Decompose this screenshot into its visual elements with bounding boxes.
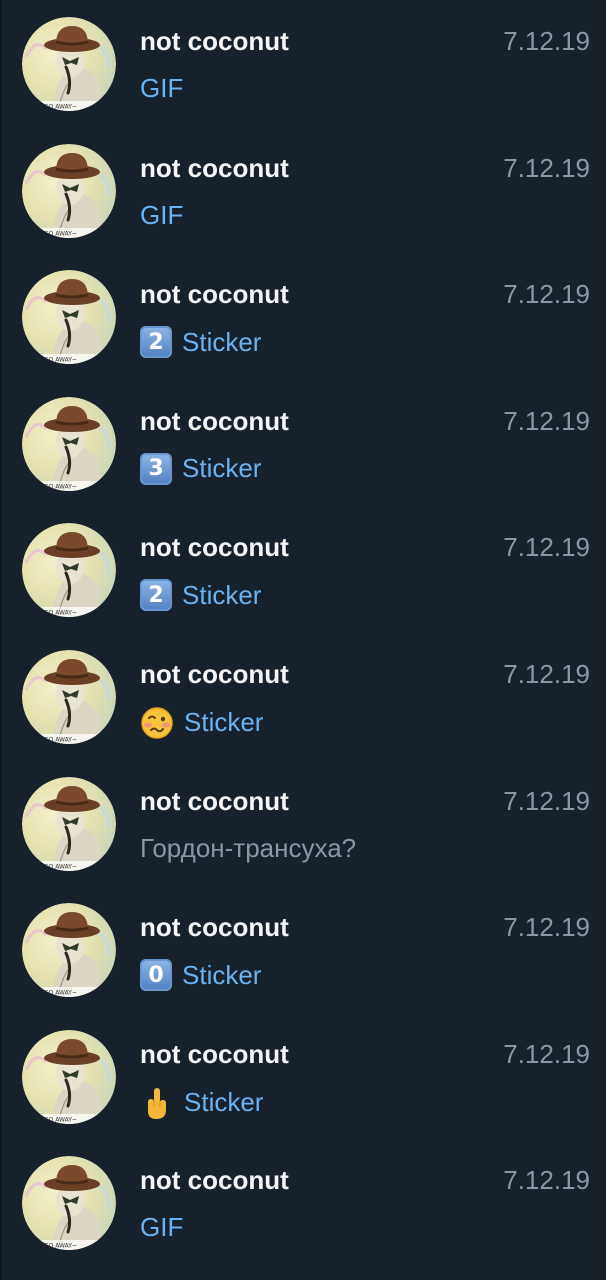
svg-text:GO AWAY~: GO AWAY~ <box>44 1116 77 1123</box>
chat-list-item[interactable]: GO AWAY~ not coconut 7.12.19 0 Sticker <box>2 886 606 1013</box>
chat-date: 7.12.19 <box>503 26 590 56</box>
chat-preview: 2 Sticker <box>140 326 262 359</box>
chat-list-item[interactable]: GO AWAY~ not coconut 7.12.19 GIF <box>2 1139 606 1266</box>
keycap-0-icon: 0 <box>140 959 172 992</box>
chat-name: not coconut <box>140 912 289 943</box>
chat-name: not coconut <box>140 1165 289 1196</box>
chat-date: 7.12.19 <box>503 1038 590 1069</box>
svg-text:GO AWAY~: GO AWAY~ <box>44 357 77 364</box>
chat-preview-text: Sticker <box>182 326 262 357</box>
chat-date: 7.12.19 <box>503 405 590 436</box>
chat-name: not coconut <box>140 658 289 689</box>
avatar: GO AWAY~ <box>22 270 116 365</box>
woozy-face-icon <box>140 706 174 740</box>
avatar: GO AWAY~ <box>22 1029 116 1124</box>
chat-preview: 2 Sticker <box>140 579 262 612</box>
chat-list-item[interactable]: GO AWAY~ not coconut 7.12.19 3 Sticker <box>2 380 606 507</box>
chat-preview-text: Sticker <box>184 707 264 738</box>
chat-preview-text: Sticker <box>184 1087 264 1118</box>
chat-preview: GIF <box>140 1212 183 1243</box>
chat-preview: 3 Sticker <box>140 452 262 485</box>
avatar: GO AWAY~ <box>22 1156 116 1251</box>
keycap-3-icon: 3 <box>140 452 172 485</box>
chat-preview: Sticker <box>140 1086 263 1120</box>
chat-name: not coconut <box>140 785 289 816</box>
avatar: GO AWAY~ <box>22 903 116 998</box>
chat-name: not coconut <box>140 405 289 436</box>
middle-finger-icon <box>140 1086 174 1120</box>
chat-list-item[interactable]: GO AWAY~ not coconut 7.12.19 GIF <box>2 127 606 254</box>
chat-date: 7.12.19 <box>503 785 590 816</box>
svg-text:GO AWAY~: GO AWAY~ <box>44 863 77 870</box>
chat-preview: GIF <box>140 200 183 231</box>
chat-preview: 0 Sticker <box>140 959 262 992</box>
chat-list-item[interactable]: GO AWAY~ not coconut 7.12.19 GIF <box>2 0 606 127</box>
chat-date: 7.12.19 <box>503 152 590 183</box>
avatar: GO AWAY~ <box>22 776 116 871</box>
chat-date: 7.12.19 <box>503 658 590 689</box>
svg-text:GO AWAY~: GO AWAY~ <box>44 104 77 111</box>
chat-preview-text: GIF <box>140 1212 184 1243</box>
chat-date: 7.12.19 <box>503 912 590 943</box>
chat-list-item[interactable]: GO AWAY~ not coconut 7.12.19 2 Sticker <box>2 506 606 633</box>
chat-preview: Sticker <box>140 706 263 740</box>
chat-date: 7.12.19 <box>503 279 590 310</box>
svg-text:GO AWAY~: GO AWAY~ <box>44 1243 77 1250</box>
svg-text:GO AWAY~: GO AWAY~ <box>44 230 77 237</box>
chat-preview-text: Sticker <box>182 959 262 990</box>
avatar: GO AWAY~ <box>22 523 116 618</box>
chat-list-item[interactable]: GO AWAY~ not coconut 7.12.19 2 Sticker <box>2 253 606 380</box>
chat-preview-text: Sticker <box>182 453 262 484</box>
svg-text:GO AWAY~: GO AWAY~ <box>44 990 77 997</box>
chat-preview-text: GIF <box>140 73 184 103</box>
chat-list-item[interactable]: GO AWAY~ not coconut 7.12.19 Гордон-тран… <box>2 760 606 887</box>
chat-name: not coconut <box>140 1038 289 1069</box>
avatar: GO AWAY~ <box>22 17 116 111</box>
chat-preview: GIF <box>140 73 183 104</box>
chat-name: not coconut <box>140 152 289 183</box>
chat-preview-text: Гордон-трансуха? <box>140 832 357 863</box>
keycap-2-icon: 2 <box>140 326 172 359</box>
chat-name: not coconut <box>140 532 289 563</box>
chat-name: not coconut <box>140 279 289 310</box>
chat-list-item[interactable]: GO AWAY~ not coconut 7.12.19 Sticker <box>2 1013 606 1140</box>
svg-text:GO AWAY~: GO AWAY~ <box>44 610 77 617</box>
chat-preview-text: Sticker <box>182 579 262 610</box>
avatar: GO AWAY~ <box>22 143 116 238</box>
chat-date: 7.12.19 <box>503 532 590 563</box>
chat-list: GO AWAY~ not coconut 7.12.19 GIF GO AWAY… <box>2 0 606 1280</box>
chat-date: 7.12.19 <box>503 1165 590 1196</box>
svg-text:GO AWAY~: GO AWAY~ <box>44 483 77 490</box>
svg-text:GO AWAY~: GO AWAY~ <box>44 736 77 743</box>
keycap-2-icon: 2 <box>140 579 172 612</box>
chat-list-item[interactable]: GO AWAY~ not coconut 7.12.19 Sticker <box>2 633 606 760</box>
chat-preview-text: GIF <box>140 199 184 230</box>
avatar: GO AWAY~ <box>22 649 116 744</box>
avatar: GO AWAY~ <box>22 396 116 491</box>
chat-name: not coconut <box>140 26 289 56</box>
chat-preview: Гордон-трансуха? <box>140 833 356 864</box>
